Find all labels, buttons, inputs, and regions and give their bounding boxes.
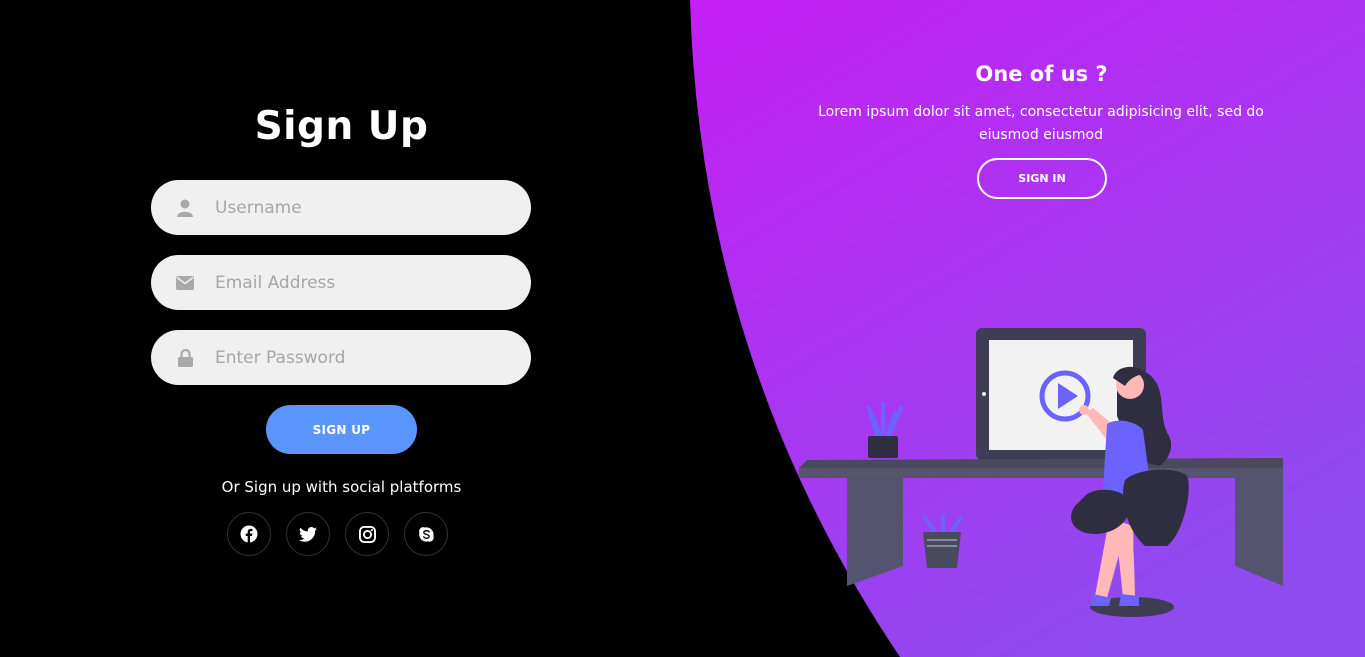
social-platforms-text: Or Sign up with social platforms	[221, 478, 462, 496]
desk-plant	[867, 402, 903, 458]
skype-icon	[418, 526, 434, 542]
facebook-button[interactable]	[227, 512, 271, 556]
username-input[interactable]	[213, 196, 517, 219]
twitter-icon	[299, 526, 317, 542]
panel-description: Lorem ipsum dolor sit amet, consectetur …	[818, 104, 1264, 143]
skype-button[interactable]	[404, 512, 448, 556]
social-icons	[227, 512, 448, 556]
facebook-icon	[240, 525, 258, 543]
instagram-icon	[358, 525, 376, 543]
sign-in-button[interactable]: SIGN IN	[977, 158, 1107, 199]
username-field[interactable]	[151, 180, 531, 235]
user-icon	[175, 198, 195, 218]
email-input[interactable]	[213, 271, 517, 294]
lock-icon	[175, 348, 195, 368]
signup-title: Sign Up	[254, 104, 429, 149]
envelope-icon	[175, 273, 195, 293]
workspace-illustration	[799, 328, 1283, 617]
password-field[interactable]	[151, 330, 531, 385]
password-input[interactable]	[213, 346, 517, 369]
twitter-button[interactable]	[286, 512, 330, 556]
sign-up-button[interactable]: SIGN UP	[266, 405, 417, 454]
panel-title: One of us ?	[975, 62, 1108, 86]
email-field[interactable]	[151, 255, 531, 310]
desk	[799, 458, 1283, 586]
floor-plant	[923, 514, 963, 568]
instagram-button[interactable]	[345, 512, 389, 556]
signup-panel: Sign Up SIGN UP Or Sign up with social p…	[0, 0, 690, 657]
